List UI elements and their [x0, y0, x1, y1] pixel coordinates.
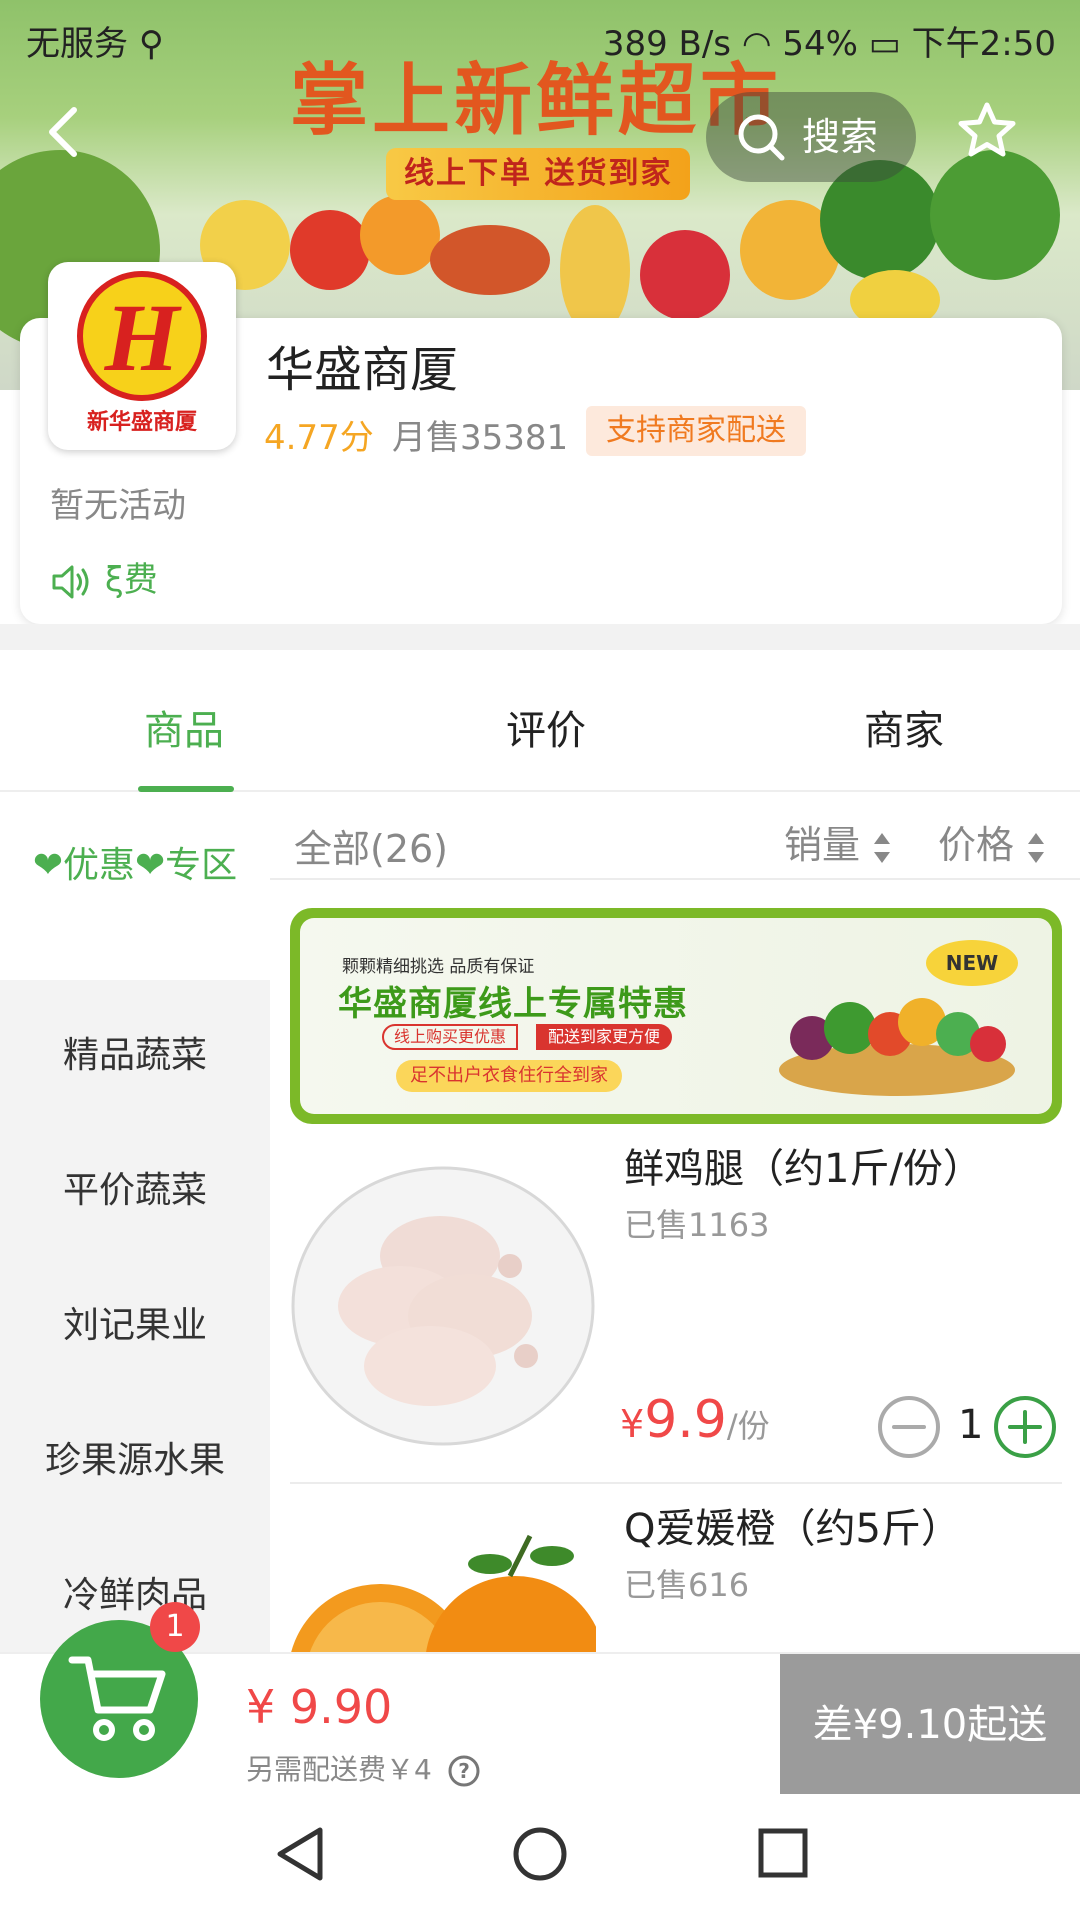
product-image-orange: [291, 1534, 596, 1652]
sort-bar: 全部(26) 销量 价格: [270, 794, 1080, 880]
quantity-value: 1: [958, 1402, 984, 1448]
tab-products[interactable]: 商品: [144, 698, 224, 756]
shop-notice[interactable]: ξ费: [50, 552, 158, 602]
shopping-cart-icon: [68, 1656, 166, 1741]
sort-arrows-icon: [1028, 832, 1045, 863]
shop-page: 掌上新鲜超市 线上下单 送货到家 无服务 ⚲ 389 B/s ◠ 54% ▭ 下…: [0, 0, 1080, 1920]
wifi-icon: ◠: [741, 24, 772, 64]
sort-sales-label: 销量: [784, 823, 861, 867]
shop-name: 华盛商厦: [266, 342, 459, 398]
category-item-chilled-meat[interactable]: 冷鲜肉品: [0, 1566, 270, 1618]
shop-logo-text: 新华盛商厦: [86, 410, 197, 435]
decrease-quantity-button[interactable]: [876, 1394, 942, 1460]
sort-arrows-icon: [874, 832, 891, 863]
checkout-button[interactable]: 差¥9.10起送: [780, 1654, 1080, 1796]
speaker-icon: [52, 565, 89, 598]
promo-small-text: 颗颗精细挑选 品质有保证: [342, 957, 535, 977]
delivery-fee-text: 另需配送费￥4: [246, 1753, 432, 1786]
price-currency: ¥: [620, 1402, 645, 1446]
search-label: 搜索: [802, 115, 879, 159]
banner-subtitle: 线上下单 送货到家: [386, 148, 691, 200]
promo-tag-delivery: 配送到家更方便: [536, 1024, 673, 1050]
category-item-zhenguoyuan-fruit[interactable]: 珍果源水果: [0, 1431, 270, 1483]
shop-tabs: 商品 评价 商家: [0, 650, 1080, 792]
active-tab-indicator: [138, 786, 234, 792]
nav-recent-apps-icon[interactable]: [756, 1826, 810, 1880]
category-item-promo[interactable]: ❤优惠❤专区: [0, 794, 270, 980]
promo-title: 华盛商厦线上专属特惠: [338, 984, 688, 1024]
product-card[interactable]: 鲜鸡腿（约1斤/份） 已售1163 ¥9.9/份 1: [290, 1136, 1062, 1496]
product-sold: 已售616: [624, 1566, 750, 1604]
notice-text: ξ费: [104, 560, 158, 600]
tab-reviews[interactable]: 评价: [506, 698, 586, 756]
nav-back-icon[interactable]: [272, 1824, 328, 1884]
category-sidebar: ❤优惠❤专区 精品蔬菜 平价蔬菜 刘记果业 珍果源水果 冷鲜肉品: [0, 794, 270, 1654]
svg-text:H: H: [104, 284, 183, 391]
product-name: 鲜鸡腿（约1斤/份）: [624, 1146, 983, 1192]
sort-by-sales[interactable]: 销量: [784, 814, 891, 869]
sort-all[interactable]: 全部(26): [294, 818, 448, 873]
sort-price-label: 价格: [938, 823, 1015, 867]
search-icon: [738, 114, 785, 161]
tab-merchant[interactable]: 商家: [864, 698, 944, 756]
nav-home-icon[interactable]: [510, 1824, 570, 1884]
category-item-liuji-fruit[interactable]: 刘记果业: [0, 1296, 270, 1348]
product-card[interactable]: Q爱媛橙（约5斤） 已售616: [290, 1496, 1062, 1652]
activity-text: 暂无活动: [50, 486, 186, 526]
favorite-button[interactable]: [956, 100, 1018, 162]
cart-count-badge: 1: [150, 1602, 200, 1652]
help-circle-icon[interactable]: ?: [447, 1754, 481, 1788]
product-divider: [290, 1482, 1062, 1484]
promo-banner[interactable]: 颗颗精细挑选 品质有保证 华盛商厦线上专属特惠 线上购买更优惠 配送到家更方便 …: [290, 908, 1062, 1124]
system-navigation-bar: [0, 1794, 1080, 1920]
clock: 下午2:50: [911, 24, 1056, 64]
increase-quantity-button[interactable]: [992, 1394, 1058, 1460]
delivery-badge: 支持商家配送: [586, 406, 806, 456]
price-unit: /份: [726, 1407, 770, 1445]
product-price: ¥9.9/份: [620, 1390, 770, 1450]
search-button[interactable]: 搜索: [706, 92, 916, 182]
section-divider: [0, 624, 1080, 650]
promo-tag-discount: 线上购买更优惠: [382, 1024, 519, 1050]
monthly-sales: 月售35381: [392, 418, 569, 458]
product-name: Q爱媛橙（约5斤）: [624, 1506, 961, 1552]
net-speed: 389 B/s: [602, 24, 732, 64]
promo-tag-home: 足不出户衣食住行全到家: [396, 1060, 622, 1092]
battery-percent: 54%: [782, 24, 858, 64]
price-value: 9.9: [644, 1390, 727, 1450]
category-item-premium-veg[interactable]: 精品蔬菜: [0, 1026, 270, 1078]
carrier-text: 无服务: [26, 24, 128, 64]
new-badge: NEW: [926, 940, 1018, 986]
shop-score: 4.77分: [264, 418, 374, 458]
svg-text:?: ?: [458, 1759, 470, 1783]
status-bar: 无服务 ⚲ 389 B/s ◠ 54% ▭ 下午2:50: [0, 0, 1080, 74]
star-icon: [958, 102, 1016, 157]
product-sold: 已售1163: [624, 1206, 770, 1244]
cart-total: ¥ 9.90: [246, 1680, 393, 1734]
product-image-chicken: [291, 1166, 595, 1446]
usb-icon: ⚲: [138, 24, 164, 64]
back-arrow-icon: [49, 107, 77, 157]
back-button[interactable]: [34, 100, 98, 164]
sort-by-price[interactable]: 价格: [938, 814, 1045, 869]
vegetable-basket-image: [779, 998, 1015, 1096]
plus-circle-icon: [994, 1396, 1056, 1458]
shop-logo: H 新华盛商厦: [48, 262, 236, 450]
category-item-budget-veg[interactable]: 平价蔬菜: [0, 1161, 270, 1213]
category-label: ❤优惠❤专区: [32, 845, 238, 886]
delivery-fee-note: 另需配送费￥4 ?: [246, 1748, 481, 1788]
battery-icon: ▭: [868, 24, 901, 64]
minus-circle-icon: [878, 1396, 940, 1458]
